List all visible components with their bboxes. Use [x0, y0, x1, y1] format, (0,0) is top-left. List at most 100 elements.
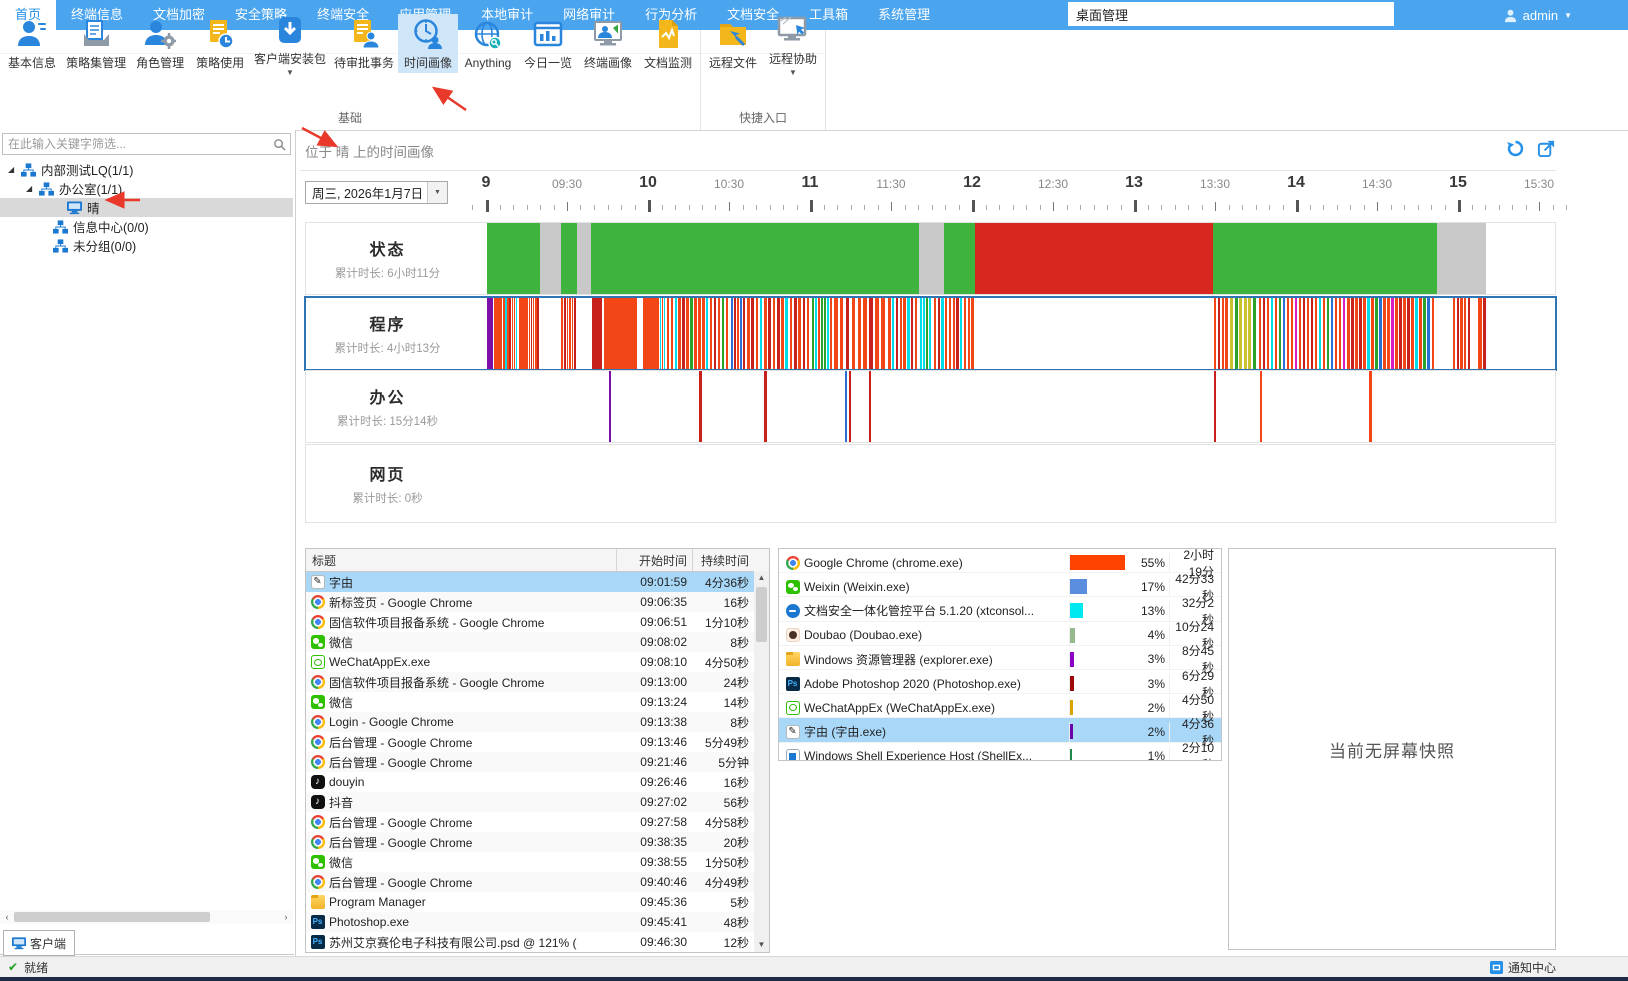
table-row[interactable]: WeChatAppEx (WeChatAppEx.exe)2%4分50秒	[779, 694, 1221, 718]
table-row[interactable]: PsPhotoshop.exe09:45:4148秒	[306, 912, 769, 932]
tree-item[interactable]: ◢办公室(1/1)	[0, 179, 293, 198]
scroll-up-icon[interactable]: ▲	[754, 571, 769, 585]
ribbon-button-policyuse[interactable]: 策略使用	[190, 14, 250, 73]
ribbon-button-remoteassist[interactable]: 远程协助▼	[763, 10, 823, 78]
timeline-segment	[1427, 298, 1429, 369]
ruler-tick	[1283, 205, 1284, 210]
sidebar-horizontal-scrollbar[interactable]: ‹ ›	[0, 910, 293, 924]
user-menu[interactable]: admin ▼	[1503, 0, 1572, 30]
timeline-segment	[509, 298, 510, 369]
folder-icon	[786, 652, 800, 666]
table-row[interactable]: WeChatAppEx.exe09:08:104分50秒	[306, 652, 769, 672]
table-row[interactable]: Google Chrome (chrome.exe)55%2小时19分	[779, 549, 1221, 573]
tree-expander-icon[interactable]: ◢	[8, 165, 21, 174]
scroll-down-icon[interactable]: ▼	[754, 938, 769, 952]
tab-client[interactable]: 客户端	[3, 930, 75, 956]
timeline-segment	[1468, 298, 1470, 369]
table-row[interactable]: ♪抖音09:27:0256秒	[306, 792, 769, 812]
ribbon-button-timeportrait[interactable]: 时间画像	[398, 14, 458, 73]
ruler-tick	[1215, 202, 1216, 211]
date-picker[interactable]: 周三, 2026年1月7日 ▼	[305, 181, 448, 204]
table-row[interactable]: 微信09:08:028秒	[306, 632, 769, 652]
table-row[interactable]: 微信09:13:2414秒	[306, 692, 769, 712]
table-row[interactable]: 固信软件项目报备系统 - Google Chrome09:13:0024秒	[306, 672, 769, 692]
ribbon-button-docmonitor[interactable]: 文档监测	[638, 14, 698, 73]
ribbon-button-installer[interactable]: 客户端安装包▼	[250, 10, 330, 78]
table-row[interactable]: 新标签页 - Google Chrome09:06:3516秒	[306, 592, 769, 612]
table-row[interactable]: 后台管理 - Google Chrome09:40:464分49秒	[306, 872, 769, 892]
export-button[interactable]	[1537, 139, 1556, 158]
tree-item[interactable]: 晴	[0, 198, 293, 217]
table-row[interactable]: Windows Shell Experience Host (ShellEx..…	[779, 743, 1221, 762]
timeline-row-label: 办公累计时长: 15分14秒	[306, 371, 469, 442]
timeline-segment	[803, 298, 806, 369]
chrome-icon	[311, 815, 325, 829]
scrollbar-thumb[interactable]	[756, 587, 767, 642]
column-start-time[interactable]: 开始时间	[616, 549, 692, 571]
window-title: 微信	[329, 694, 611, 711]
vertical-scrollbar[interactable]: ▲ ▼	[754, 571, 769, 952]
ribbon-button-today[interactable]: 今日一览	[518, 14, 578, 73]
ribbon-button-termportrait[interactable]: 终端画像	[578, 14, 638, 73]
dropdown-caret-icon[interactable]: ▼	[789, 70, 797, 76]
table-row[interactable]: ✎字由09:01:594分36秒	[306, 572, 769, 592]
table-row[interactable]: Ps苏州艾京赛伦电子科技有限公司.psd @ 121% (09:46:3012秒	[306, 932, 769, 952]
ribbon-button-remotefile[interactable]: 远程文件	[703, 14, 763, 73]
tree-filter-input[interactable]	[3, 134, 268, 154]
ruler-tick	[743, 205, 744, 210]
chrome-icon	[311, 675, 325, 689]
column-duration[interactable]: 持续时间	[692, 549, 769, 571]
ribbon-button-label: 时间画像	[404, 54, 452, 71]
table-row[interactable]: Doubao (Doubao.exe)4%10分24秒	[779, 622, 1221, 646]
timeline-segment	[903, 298, 905, 369]
table-row[interactable]: 后台管理 - Google Chrome09:38:3520秒	[306, 832, 769, 852]
timeline-row-3[interactable]: 办公累计时长: 15分14秒	[305, 370, 1556, 443]
timeline-row-2[interactable]: 程序累计时长: 4小时13分	[304, 296, 1557, 371]
table-row[interactable]: 后台管理 - Google Chrome09:13:465分49秒	[306, 732, 769, 752]
refresh-button[interactable]	[1506, 139, 1525, 158]
date-picker-dropdown[interactable]: ▼	[427, 182, 447, 203]
table-row[interactable]: ✎字由 (字由.exe)2%4分36秒	[779, 718, 1221, 742]
table-row[interactable]: 后台管理 - Google Chrome09:21:465分钟	[306, 752, 769, 772]
table-row[interactable]: Program Manager09:45:365秒	[306, 892, 769, 912]
table-row[interactable]: Windows 资源管理器 (explorer.exe)3%8分45秒	[779, 646, 1221, 670]
ribbon-button-policyset[interactable]: 策略集管理	[62, 14, 130, 73]
scroll-left-icon[interactable]: ‹	[0, 912, 14, 922]
usage-bar-cell	[1069, 577, 1131, 596]
start-time: 09:13:24	[611, 695, 692, 709]
timeline-segment	[1267, 298, 1269, 369]
table-row[interactable]: PsAdobe Photoshop 2020 (Photoshop.exe)3%…	[779, 670, 1221, 694]
table-row[interactable]: 后台管理 - Google Chrome09:27:584分58秒	[306, 812, 769, 832]
tree-item[interactable]: ◢内部测试LQ(1/1)	[0, 160, 293, 179]
table-row[interactable]: 微信09:38:551分50秒	[306, 852, 769, 872]
table-row[interactable]: Weixin (Weixin.exe)17%42分33秒	[779, 573, 1221, 597]
timeline-row-1[interactable]: 状态累计时长: 6小时11分	[305, 222, 1556, 295]
table-row[interactable]: 固信软件项目报备系统 - Google Chrome09:06:511分10秒	[306, 612, 769, 632]
tree-item[interactable]: 信息中心(0/0)	[0, 217, 293, 236]
program-name: Windows 资源管理器 (explorer.exe)	[804, 651, 1069, 668]
scroll-right-icon[interactable]: ›	[279, 912, 293, 922]
window-title: Login - Google Chrome	[329, 715, 611, 729]
timeline-segment	[1244, 298, 1247, 369]
notification-center[interactable]: 通知中心	[1490, 959, 1556, 976]
module-search-input[interactable]	[1068, 2, 1394, 26]
tree-item[interactable]: 未分组(0/0)	[0, 236, 293, 255]
ribbon-button-user[interactable]: 基本信息	[2, 14, 62, 73]
table-row[interactable]: Login - Google Chrome09:13:388秒	[306, 712, 769, 732]
dropdown-caret-icon[interactable]: ▼	[286, 70, 294, 76]
table-row[interactable]: 文档安全一体化管控平台 5.1.20 (xtconsol...13%32分2秒	[779, 597, 1221, 621]
search-icon[interactable]	[268, 134, 290, 154]
ribbon-button-anything[interactable]: Anything	[458, 16, 518, 72]
ribbon-button-label: 策略集管理	[66, 54, 126, 71]
table-row[interactable]: ♪douyin09:26:4616秒	[306, 772, 769, 792]
menu-tab[interactable]: 系统管理	[863, 0, 945, 30]
ribbon-button-approve[interactable]: 待审批事务	[330, 14, 398, 73]
ruler-tick	[810, 200, 813, 212]
ruler-tick	[648, 200, 651, 212]
tree-expander-icon[interactable]: ◢	[26, 184, 39, 193]
timeline-row-4[interactable]: 网页累计时长: 0秒	[305, 444, 1556, 523]
ribbon-button-role[interactable]: 角色管理	[130, 14, 190, 73]
scrollbar-thumb[interactable]	[14, 912, 210, 922]
column-title[interactable]: 标题	[306, 552, 616, 569]
ribbon-group-basic: 基本信息策略集管理角色管理策略使用客户端安装包▼待审批事务时间画像Anythin…	[0, 30, 700, 130]
